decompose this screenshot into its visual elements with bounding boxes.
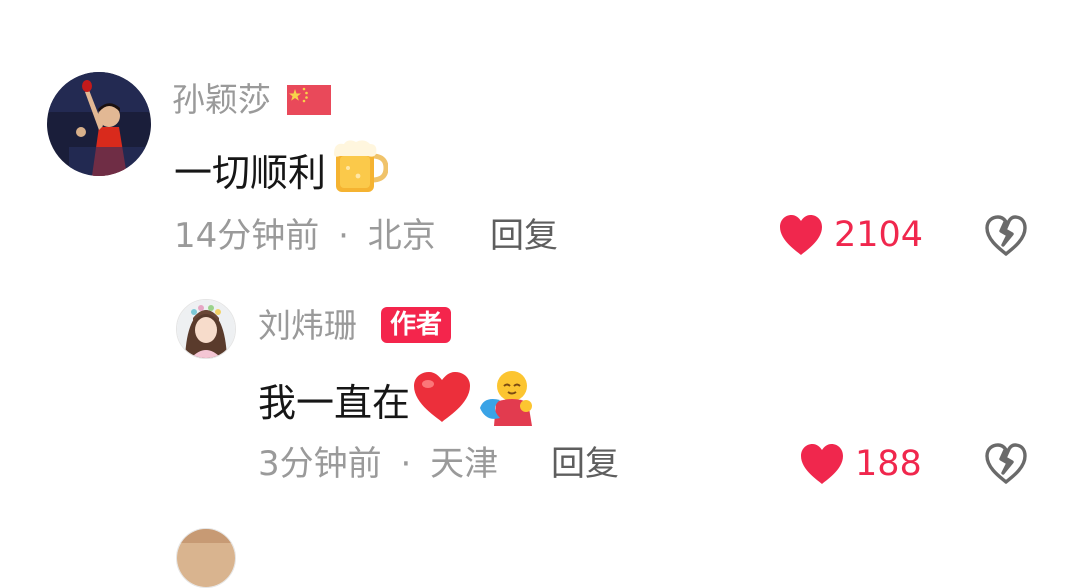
comment-meta: 14分钟前 · 北京 xyxy=(174,216,436,256)
comment-time: 3分钟前 xyxy=(258,444,382,484)
heart-icon xyxy=(801,444,843,484)
like-count: 2104 xyxy=(834,215,924,255)
meta-separator: · xyxy=(400,444,412,484)
broken-heart-icon xyxy=(985,215,1027,256)
comment-meta: 3分钟前 · 天津 xyxy=(258,444,498,484)
china-flag-icon xyxy=(287,85,331,115)
comment-username[interactable]: 孙颖莎 xyxy=(172,80,271,120)
dislike-button[interactable] xyxy=(984,442,1028,486)
reply-button[interactable]: 回复 xyxy=(490,216,558,256)
red-heart-emoji-icon xyxy=(412,370,472,435)
avatar[interactable] xyxy=(176,299,236,359)
beer-mug-emoji-icon xyxy=(330,140,389,205)
author-badge: 作者 xyxy=(381,307,452,343)
comment-location: 天津 xyxy=(430,444,499,484)
comment-username[interactable]: 刘炜珊 xyxy=(258,306,357,346)
reply-button[interactable]: 回复 xyxy=(551,444,619,484)
like-count: 188 xyxy=(855,444,922,484)
comment-location: 北京 xyxy=(367,216,436,256)
hugging-person-emoji-icon xyxy=(476,368,538,437)
like-button[interactable]: 2104 xyxy=(778,214,923,256)
avatar[interactable] xyxy=(176,528,236,588)
like-button[interactable]: 188 xyxy=(799,443,922,485)
broken-heart-icon xyxy=(985,443,1027,484)
meta-separator: · xyxy=(338,216,349,256)
avatar[interactable] xyxy=(47,72,151,176)
comment-time: 14分钟前 xyxy=(174,216,320,256)
comment-text: 我一直在 xyxy=(258,368,538,437)
dislike-button[interactable] xyxy=(984,214,1028,258)
heart-icon xyxy=(780,215,822,255)
comment-text: 一切顺利 xyxy=(174,140,389,205)
